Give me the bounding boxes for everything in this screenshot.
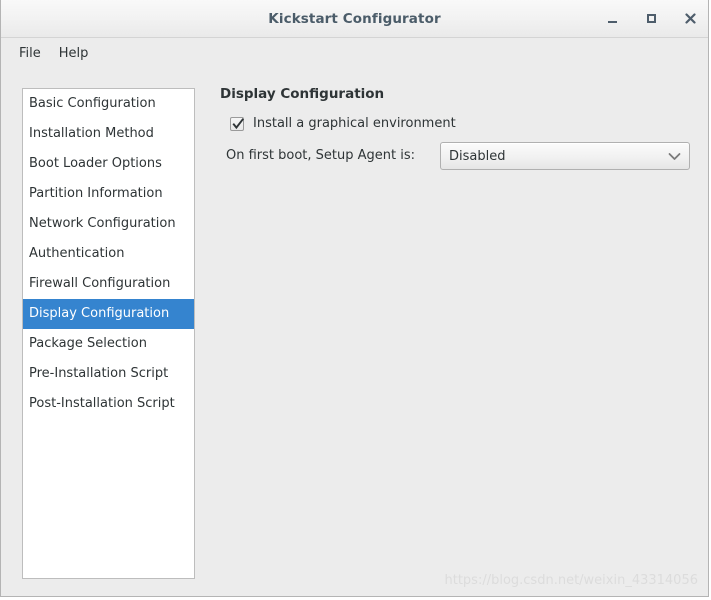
sidebar-item-firewall-configuration[interactable]: Firewall Configuration xyxy=(23,269,194,299)
sidebar-item-authentication[interactable]: Authentication xyxy=(23,239,194,269)
sidebar-item-post-installation-script[interactable]: Post-Installation Script xyxy=(23,389,194,419)
sidebar-item-boot-loader-options[interactable]: Boot Loader Options xyxy=(23,149,194,179)
maximize-button[interactable] xyxy=(644,11,659,26)
title-bar: Kickstart Configurator xyxy=(1,0,708,38)
setup-agent-value: Disabled xyxy=(449,148,506,164)
sidebar-item-basic-configuration[interactable]: Basic Configuration xyxy=(23,89,194,119)
graphical-environment-label: Install a graphical environment xyxy=(253,116,456,131)
application-window: Kickstart Configurator File Help Basic C… xyxy=(0,0,709,597)
minimize-button[interactable] xyxy=(605,11,620,26)
sidebar-item-display-configuration[interactable]: Display Configuration xyxy=(23,299,194,329)
setup-agent-row: On first boot, Setup Agent is: Disabled xyxy=(226,142,690,170)
window-controls xyxy=(605,0,698,37)
graphical-environment-row[interactable]: Install a graphical environment xyxy=(230,116,456,131)
sidebar-item-partition-information[interactable]: Partition Information xyxy=(23,179,194,209)
sidebar-item-installation-method[interactable]: Installation Method xyxy=(23,119,194,149)
sidebar-item-network-configuration[interactable]: Network Configuration xyxy=(23,209,194,239)
page-title: Display Configuration xyxy=(220,86,385,102)
close-icon xyxy=(685,13,696,24)
menu-bar: File Help xyxy=(1,38,708,69)
check-icon xyxy=(232,117,244,129)
menu-help[interactable]: Help xyxy=(50,43,98,64)
window-title: Kickstart Configurator xyxy=(268,10,441,27)
watermark-text: https://blog.csdn.net/weixin_43314056 xyxy=(444,573,698,588)
sidebar-list[interactable]: Basic Configuration Installation Method … xyxy=(22,88,195,579)
setup-agent-dropdown[interactable]: Disabled xyxy=(440,142,690,170)
sidebar-item-package-selection[interactable]: Package Selection xyxy=(23,329,194,359)
chevron-down-icon xyxy=(668,152,681,161)
close-button[interactable] xyxy=(683,11,698,26)
sidebar-item-pre-installation-script[interactable]: Pre-Installation Script xyxy=(23,359,194,389)
setup-agent-label: On first boot, Setup Agent is: xyxy=(226,148,416,163)
content-area: Basic Configuration Installation Method … xyxy=(1,69,708,596)
maximize-icon xyxy=(647,14,656,23)
menu-file[interactable]: File xyxy=(10,43,50,64)
minimize-icon xyxy=(608,21,617,23)
graphical-environment-checkbox[interactable] xyxy=(230,116,244,131)
